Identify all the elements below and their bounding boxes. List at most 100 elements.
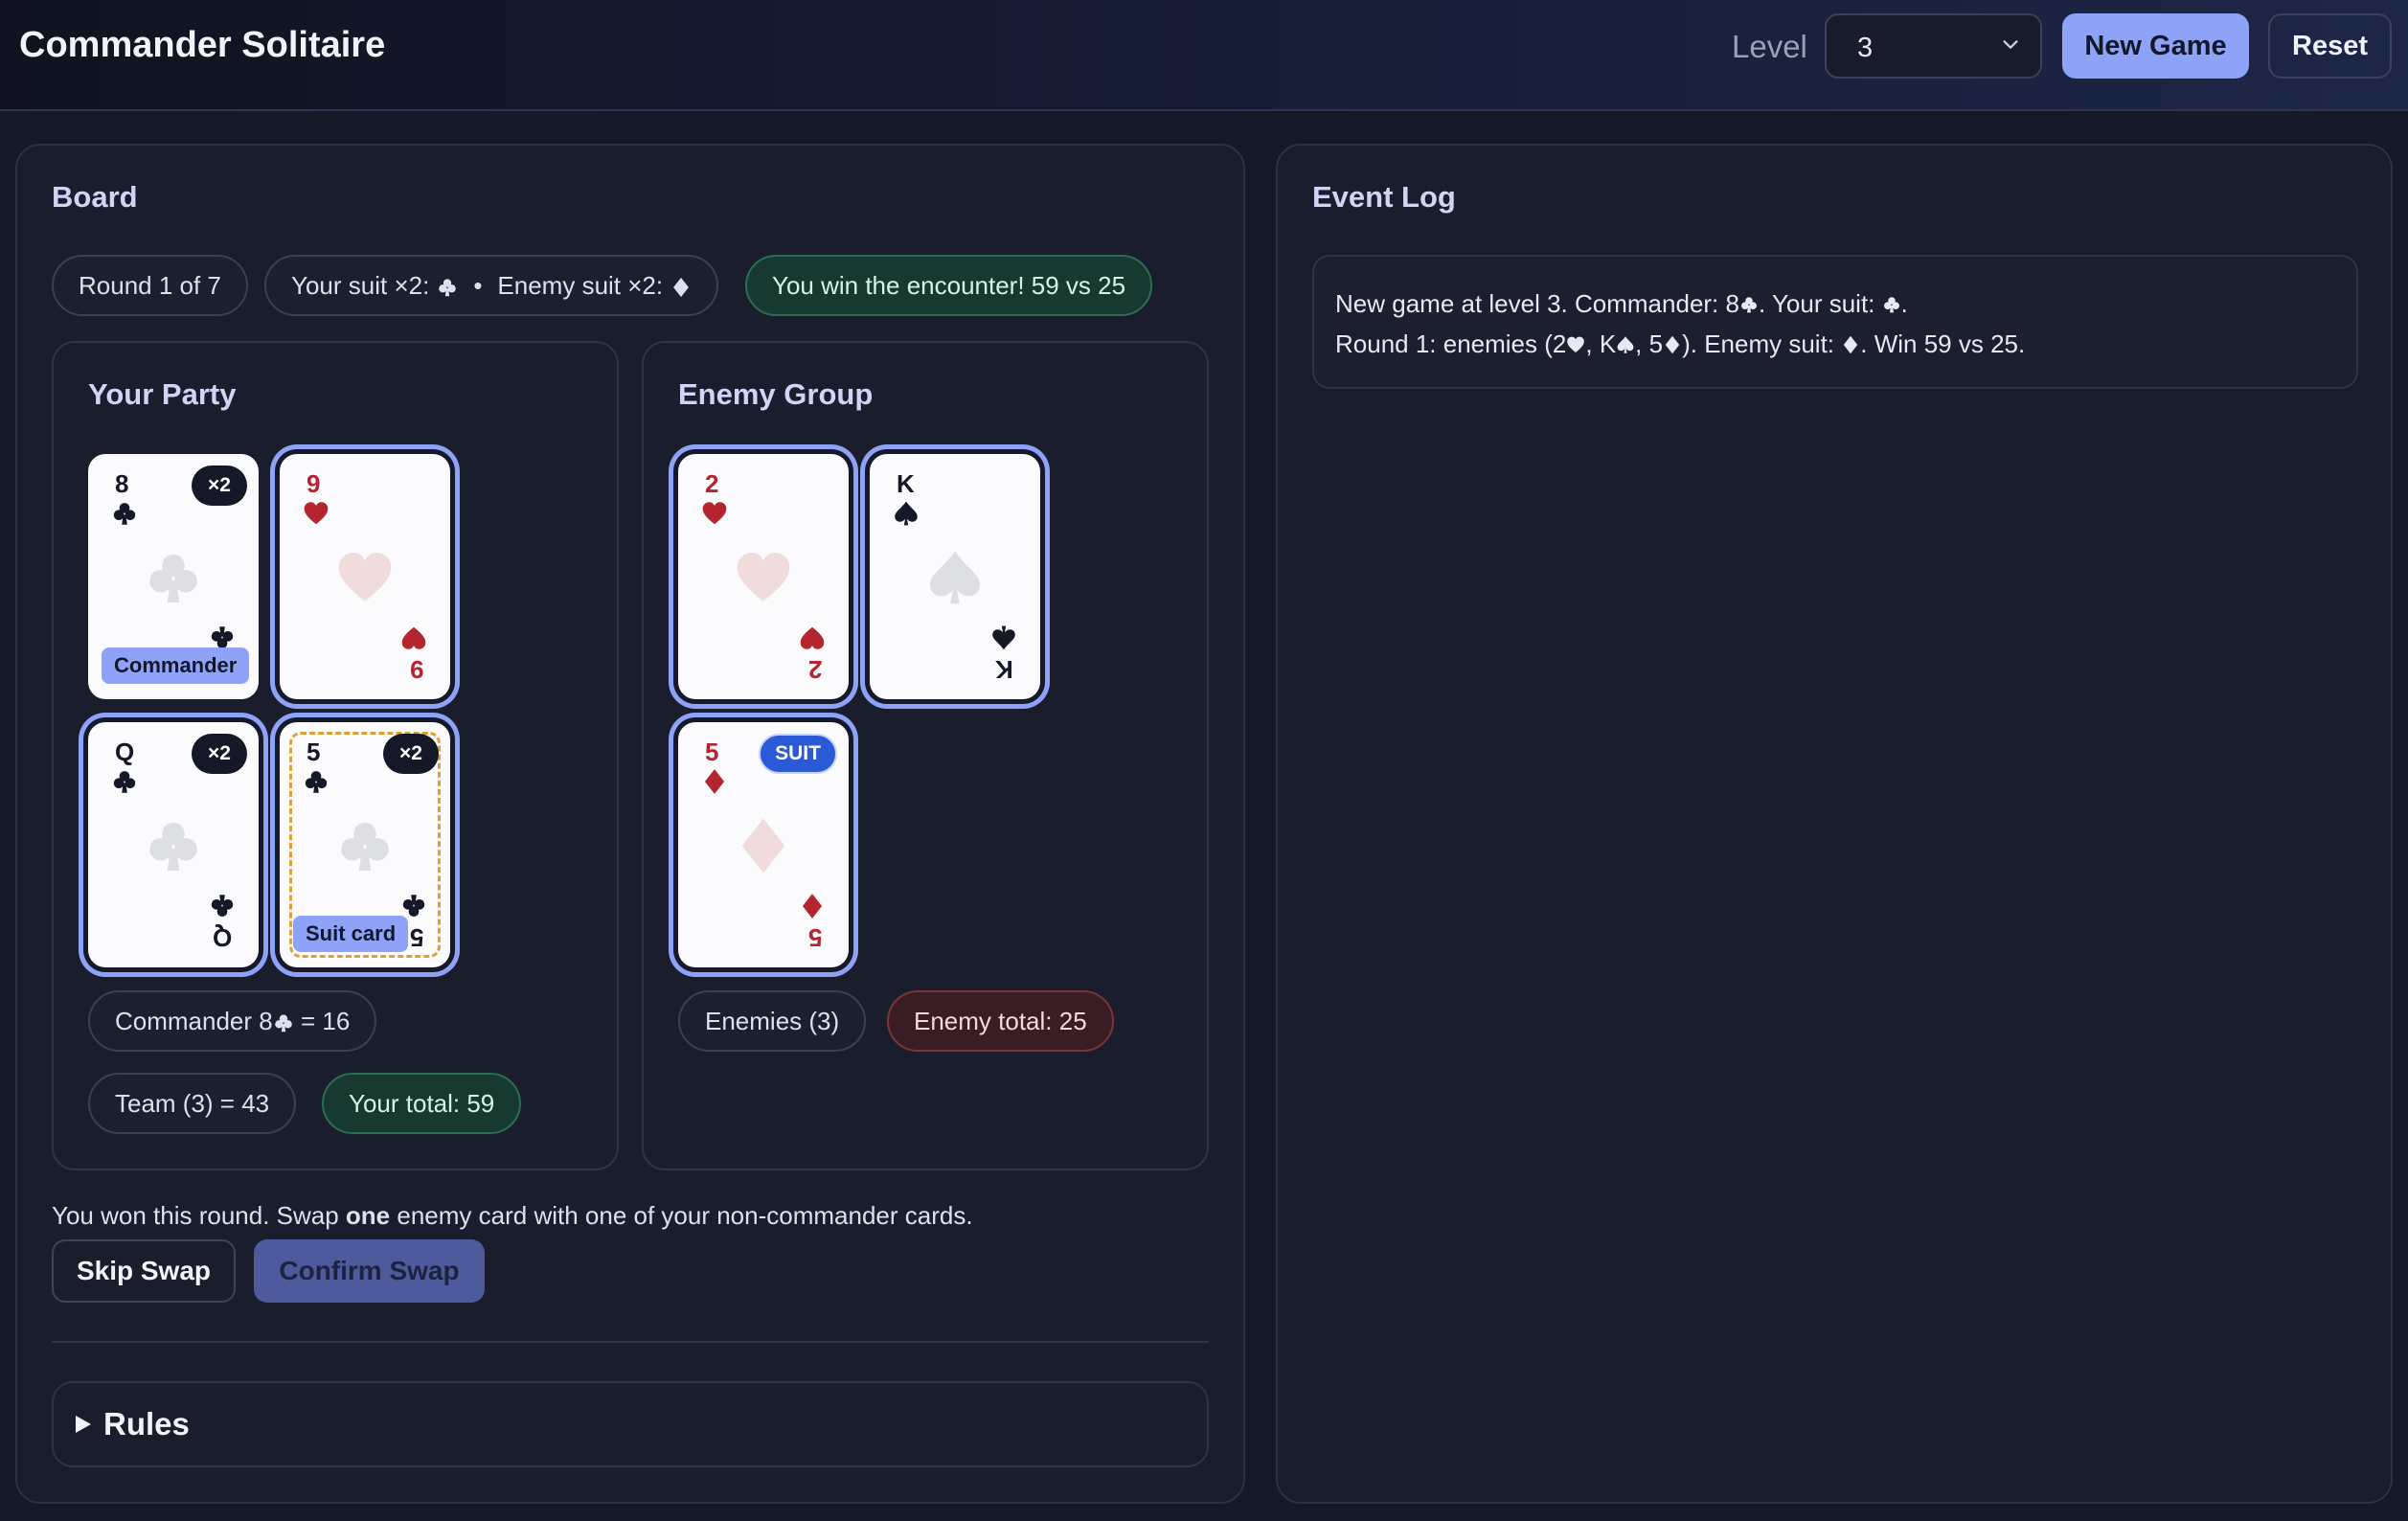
- hearts-icon: [1566, 326, 1585, 352]
- card-rank: Q: [115, 738, 135, 766]
- enemy-total-chip: Enemy total: 25: [887, 990, 1114, 1052]
- diamonds-icon: [1841, 326, 1860, 354]
- card-rank: 5: [409, 923, 423, 952]
- hearts-icon: [401, 626, 426, 649]
- commander-chip-value: = 16: [293, 1006, 351, 1035]
- diamonds-icon: [704, 769, 725, 794]
- party-card[interactable]: 99: [280, 454, 450, 699]
- your-party-title: Your Party: [88, 377, 237, 411]
- suit-multiplier-chip: Your suit ×2: • Enemy suit ×2:: [264, 255, 719, 316]
- hearts-icon: [737, 552, 790, 602]
- diamonds-icon: [1663, 326, 1682, 354]
- party-card[interactable]: Q Q ×2: [88, 722, 259, 967]
- card-rank: Q: [212, 923, 232, 952]
- log-text: New game at level 3. Commander: 8: [1335, 289, 1739, 318]
- log-text: Round 1: enemies (2: [1335, 329, 1567, 358]
- card-rank: 9: [307, 469, 321, 498]
- your-suit-text: Your suit ×2:: [291, 270, 430, 300]
- multiplier-badge: ×2: [192, 465, 247, 506]
- clubs-icon: [341, 822, 389, 872]
- help-text-bold: one: [345, 1201, 391, 1230]
- help-text-start: You won this round. Swap: [52, 1201, 346, 1230]
- card-rank: 5: [705, 738, 719, 766]
- level-select-value: 3: [1857, 33, 1874, 63]
- spades-icon: [929, 551, 981, 604]
- diamonds-icon: [670, 275, 692, 298]
- clubs-icon: [273, 1010, 294, 1033]
- card-rank: 5: [307, 738, 321, 766]
- clubs-icon: [211, 895, 234, 917]
- diamonds-icon: [741, 818, 785, 874]
- log-entry: New game at level 3. Commander: 8 . Your …: [1335, 284, 2356, 324]
- diamonds-icon: [802, 894, 823, 919]
- card-rank: 5: [807, 923, 822, 952]
- level-select[interactable]: 3: [1825, 13, 2042, 79]
- enemy-card[interactable]: 5 5 SUIT: [678, 722, 849, 967]
- multiplier-badge: ×2: [192, 734, 247, 774]
- spades-icon: [992, 625, 1015, 650]
- clubs-icon: [437, 275, 458, 297]
- hearts-icon: [304, 502, 329, 525]
- hearts-icon: [702, 502, 727, 525]
- confirm-swap-button[interactable]: Confirm Swap: [254, 1239, 485, 1303]
- card-rank: 2: [705, 469, 719, 498]
- swap-instructions: You won this round. Swap one enemy card …: [52, 1201, 973, 1231]
- your-total-chip: Your total: 59: [322, 1073, 522, 1134]
- event-log-title: Event Log: [1312, 180, 1456, 214]
- party-card: 88×2Commander: [88, 454, 259, 699]
- card-tag: Suit card: [293, 916, 409, 952]
- multiplier-badge: ×2: [383, 734, 439, 774]
- encounter-result-chip: You win the encounter! 59 vs 25: [745, 255, 1153, 316]
- top-bar: Commander Solitaire Level 3 New Game Res…: [0, 0, 2408, 111]
- enemy-count-chip: Enemies (3): [678, 990, 867, 1052]
- divider: [52, 1341, 1209, 1343]
- commander-chip-text: Commander 8: [115, 1006, 273, 1035]
- card-rank: 9: [409, 655, 423, 684]
- app-title: Commander Solitaire: [19, 25, 386, 65]
- rules-disclosure[interactable]: Rules: [52, 1381, 1209, 1467]
- clubs-icon: [113, 771, 136, 793]
- clubs-icon: [1739, 285, 1759, 313]
- enemy-group-title: Enemy Group: [678, 377, 874, 411]
- log-text: ). Enemy suit:: [1682, 329, 1842, 358]
- enemy-card[interactable]: KK: [870, 454, 1040, 699]
- log-text: , K: [1585, 329, 1617, 358]
- help-text-end: enemy card with one of your non-commande…: [390, 1201, 973, 1230]
- team-value-chip: Team (3) = 43: [88, 1073, 297, 1134]
- card-rank: 8: [115, 469, 129, 498]
- log-text: .: [1900, 289, 1908, 318]
- clubs-icon: [149, 822, 197, 872]
- spades-icon: [895, 501, 918, 526]
- enemy-suit-text: Enemy suit ×2:: [497, 270, 664, 300]
- log-text: . Your suit:: [1758, 289, 1882, 318]
- round-chip: Round 1 of 7: [52, 255, 248, 316]
- reset-button[interactable]: Reset: [2268, 13, 2392, 79]
- enemy-card[interactable]: 22: [678, 454, 849, 699]
- skip-swap-button[interactable]: Skip Swap: [52, 1239, 236, 1303]
- card-rank: 2: [807, 655, 822, 684]
- hearts-icon: [338, 552, 392, 602]
- rules-label: Rules: [103, 1406, 190, 1442]
- log-text: . Win 59 vs 25.: [1860, 329, 2026, 358]
- log-entry: Round 1: enemies (2, K, 5). Enemy suit: …: [1335, 324, 2356, 364]
- clubs-icon: [402, 895, 425, 917]
- card-rank: K: [995, 655, 1013, 684]
- party-card[interactable]: 5 5 ×2 Suit card: [280, 722, 450, 967]
- hearts-icon: [800, 626, 825, 649]
- suit-badge: SUIT: [759, 734, 837, 774]
- card-rank: K: [897, 469, 915, 498]
- spades-icon: [1616, 326, 1635, 353]
- level-label: Level: [1732, 29, 1807, 64]
- triangle-right-icon: [76, 1416, 91, 1433]
- clubs-icon: [1882, 285, 1901, 313]
- new-game-button[interactable]: New Game: [2062, 13, 2249, 79]
- clubs-icon: [113, 503, 136, 525]
- card-tag: Commander: [102, 647, 250, 684]
- chevron-down-icon: [2003, 40, 2018, 49]
- commander-value-chip: Commander 8 = 16: [88, 990, 377, 1052]
- separator-dot: •: [473, 270, 483, 300]
- clubs-icon: [149, 554, 197, 603]
- board-title: Board: [52, 180, 138, 214]
- event-log-list: New game at level 3. Commander: 8 . Your …: [1312, 255, 2358, 389]
- clubs-icon: [305, 771, 328, 793]
